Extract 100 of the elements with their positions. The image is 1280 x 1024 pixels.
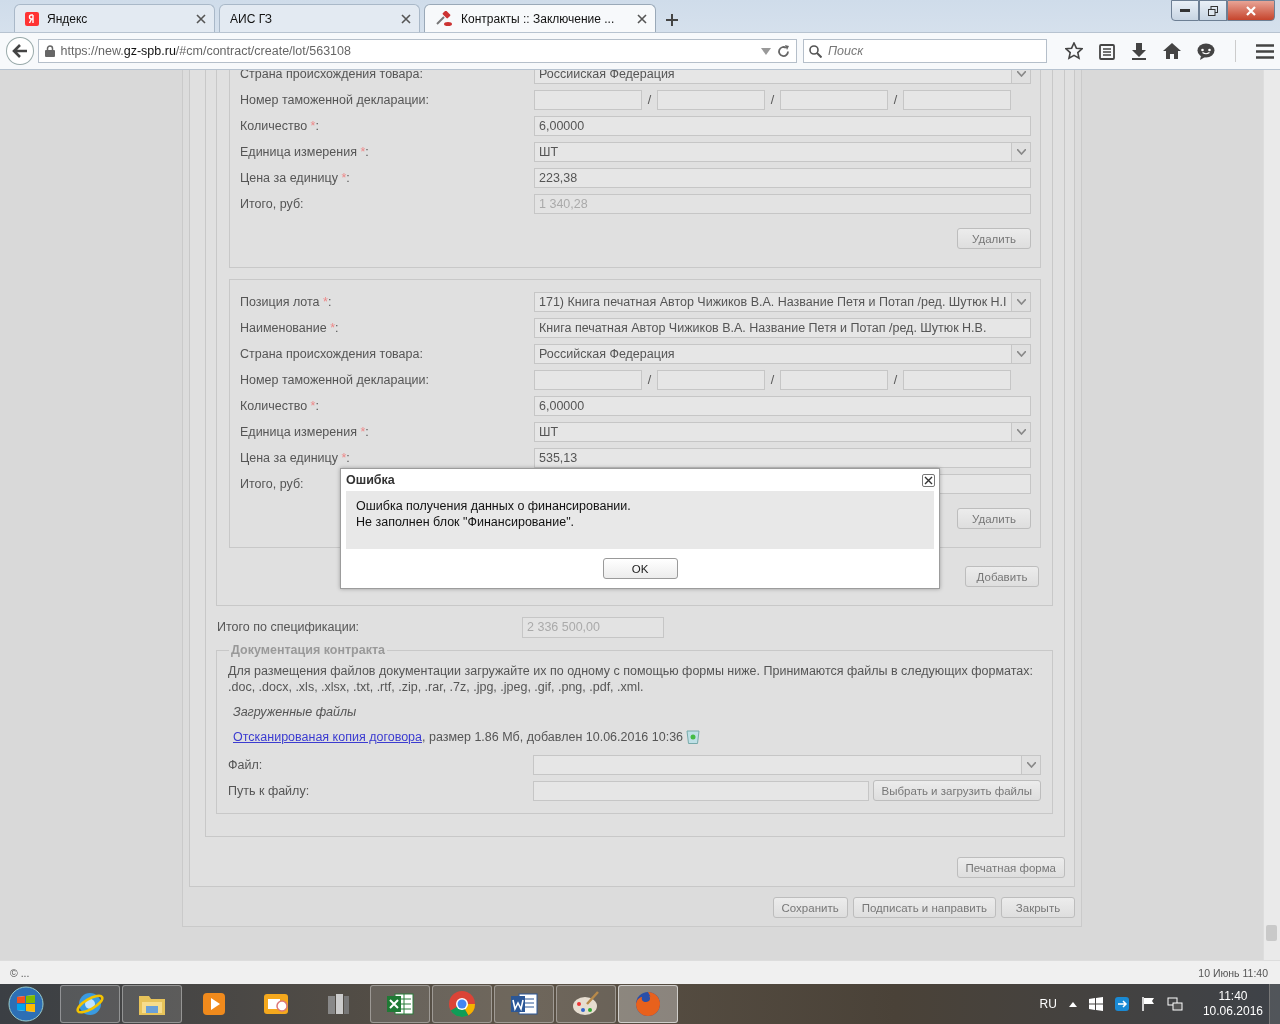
flag-icon[interactable] (1140, 997, 1155, 1011)
dropdown-button[interactable] (1011, 293, 1030, 311)
footer-button[interactable]: Подписать и направить (852, 897, 996, 918)
field-label: Итого, руб: (240, 197, 304, 211)
add-button[interactable]: Добавить (965, 566, 1039, 587)
dropdown-icon[interactable] (761, 47, 771, 55)
text-field[interactable]: 6,00000 (534, 396, 1031, 416)
delete-button[interactable]: Удалить (957, 508, 1031, 529)
text-field[interactable]: 223,38 (534, 168, 1031, 188)
fox-icon (633, 989, 663, 1019)
select-field[interactable]: ШТ (534, 142, 1031, 162)
windows-logo-icon (7, 985, 45, 1023)
error-message: Ошибка получения данных о финансировании. (356, 498, 632, 514)
dropdown-button[interactable] (1021, 755, 1040, 774)
dropdown-button[interactable] (1011, 70, 1030, 83)
taskbar-button[interactable] (494, 985, 554, 1023)
select-field[interactable]: 171) Книга печатная Автор Чижиков В.А. Название Петя и Потап /ред. Шутюк Н.І (534, 292, 1031, 312)
select-field[interactable]: Российская Федерация (534, 344, 1031, 364)
field-label: Итого, руб: (240, 477, 304, 491)
status-text: 10 Июнь 11:40 (1198, 966, 1268, 979)
text-field[interactable]: 6,00000 (534, 116, 1031, 136)
close-button[interactable] (922, 473, 935, 487)
close-icon[interactable] (196, 13, 206, 24)
play-icon (201, 991, 227, 1017)
taskbar-button[interactable] (122, 985, 182, 1023)
minimize-icon (1180, 8, 1190, 13)
text-field[interactable] (657, 370, 765, 390)
text-field[interactable]: Книга печатная Автор Чижиков В.А. Название Петя и Потап /ред. Шутюк Н.В. (534, 318, 1031, 338)
reading-list-icon[interactable] (1099, 42, 1115, 60)
gavel-icon (435, 10, 453, 27)
download-icon[interactable] (1131, 42, 1147, 60)
taskbar-button[interactable] (370, 985, 430, 1023)
select-field[interactable]: ШТ (534, 422, 1031, 442)
text-field[interactable] (657, 90, 765, 110)
new-tab-icon[interactable] (666, 14, 678, 26)
text-field[interactable] (780, 90, 888, 110)
footer-button[interactable]: Сохранить (772, 897, 848, 918)
field-label: Количество *: (240, 119, 319, 133)
text-field[interactable] (534, 90, 642, 110)
reload-icon[interactable] (777, 44, 790, 58)
field-label: Единица измерения *: (240, 425, 369, 439)
upload-button[interactable]: Выбрать и загрузить файлы (872, 780, 1041, 801)
delete-button[interactable]: Удалить (957, 228, 1031, 249)
taskbar-button[interactable] (556, 985, 616, 1023)
caret-icon (1016, 71, 1026, 77)
chat-icon[interactable] (1197, 42, 1215, 60)
browser-tab[interactable]: Контракты :: Заключение ... (424, 4, 656, 32)
spreadsheet-icon (385, 990, 415, 1018)
text-field[interactable] (903, 370, 1011, 390)
language-indicator[interactable]: RU (1039, 997, 1057, 1011)
text-field[interactable] (780, 370, 888, 390)
subsection-title: Загруженные файлы (233, 705, 358, 719)
text-field[interactable] (533, 780, 869, 801)
field-label: Файл: (228, 757, 263, 772)
caret-icon[interactable] (1068, 1001, 1077, 1007)
browser-tab[interactable]: АИС ГЗ (219, 4, 420, 32)
taskbar-button[interactable] (618, 985, 678, 1023)
separator-text: / (769, 93, 776, 107)
caret-icon (1026, 761, 1036, 768)
field-label: Итого по спецификации: (217, 620, 360, 634)
separator-text: / (892, 373, 899, 387)
taskbar-button[interactable] (60, 985, 120, 1023)
close-icon (924, 475, 933, 485)
star-icon[interactable] (1065, 42, 1083, 60)
network-icon[interactable] (1166, 997, 1183, 1011)
remote-icon[interactable] (1114, 997, 1129, 1011)
minimize-button[interactable] (1171, 0, 1199, 21)
home-icon[interactable] (1163, 43, 1181, 59)
dropdown-button[interactable] (1011, 143, 1030, 161)
file-link[interactable]: Отсканированая копия договора (233, 729, 422, 744)
windows-icon[interactable] (1088, 997, 1103, 1011)
close-icon (1245, 5, 1257, 16)
close-icon[interactable] (401, 13, 411, 24)
browser-tab[interactable]: Яндекс (14, 4, 215, 32)
restore-button[interactable] (1199, 0, 1227, 21)
text-field[interactable] (534, 370, 642, 390)
select-field[interactable] (533, 754, 1041, 775)
field-label: Страна происхождения товара: (240, 347, 423, 361)
field-label: Страна происхождения товара: (240, 70, 423, 81)
text-field[interactable] (903, 90, 1011, 110)
scrollbar[interactable] (1263, 70, 1280, 960)
ok-button[interactable]: OK (602, 558, 678, 579)
search-field[interactable]: Поиск (803, 39, 1047, 63)
back-button[interactable] (6, 37, 34, 65)
dialog-title: Ошибка (346, 473, 395, 487)
caret-icon (1016, 429, 1026, 435)
document-icon (509, 990, 539, 1018)
field-label: Цена за единицу *: (240, 171, 350, 185)
footer-button[interactable]: Закрыть (1001, 897, 1075, 918)
print-button[interactable]: Печатная форма (956, 857, 1065, 878)
address-bar[interactable]: https://new.gz-spb.ru/#cm/contract/create/lot/563108 (37, 39, 797, 63)
caret-icon (1016, 149, 1026, 155)
caret-icon (1016, 299, 1026, 305)
dropdown-button[interactable] (1011, 423, 1030, 441)
dropdown-button[interactable] (1011, 345, 1030, 363)
menu-icon[interactable] (1256, 43, 1274, 59)
close-icon[interactable] (637, 13, 647, 24)
envelope-icon (262, 991, 290, 1017)
wheel-icon (447, 989, 477, 1019)
text-field[interactable]: 535,13 (534, 448, 1031, 468)
